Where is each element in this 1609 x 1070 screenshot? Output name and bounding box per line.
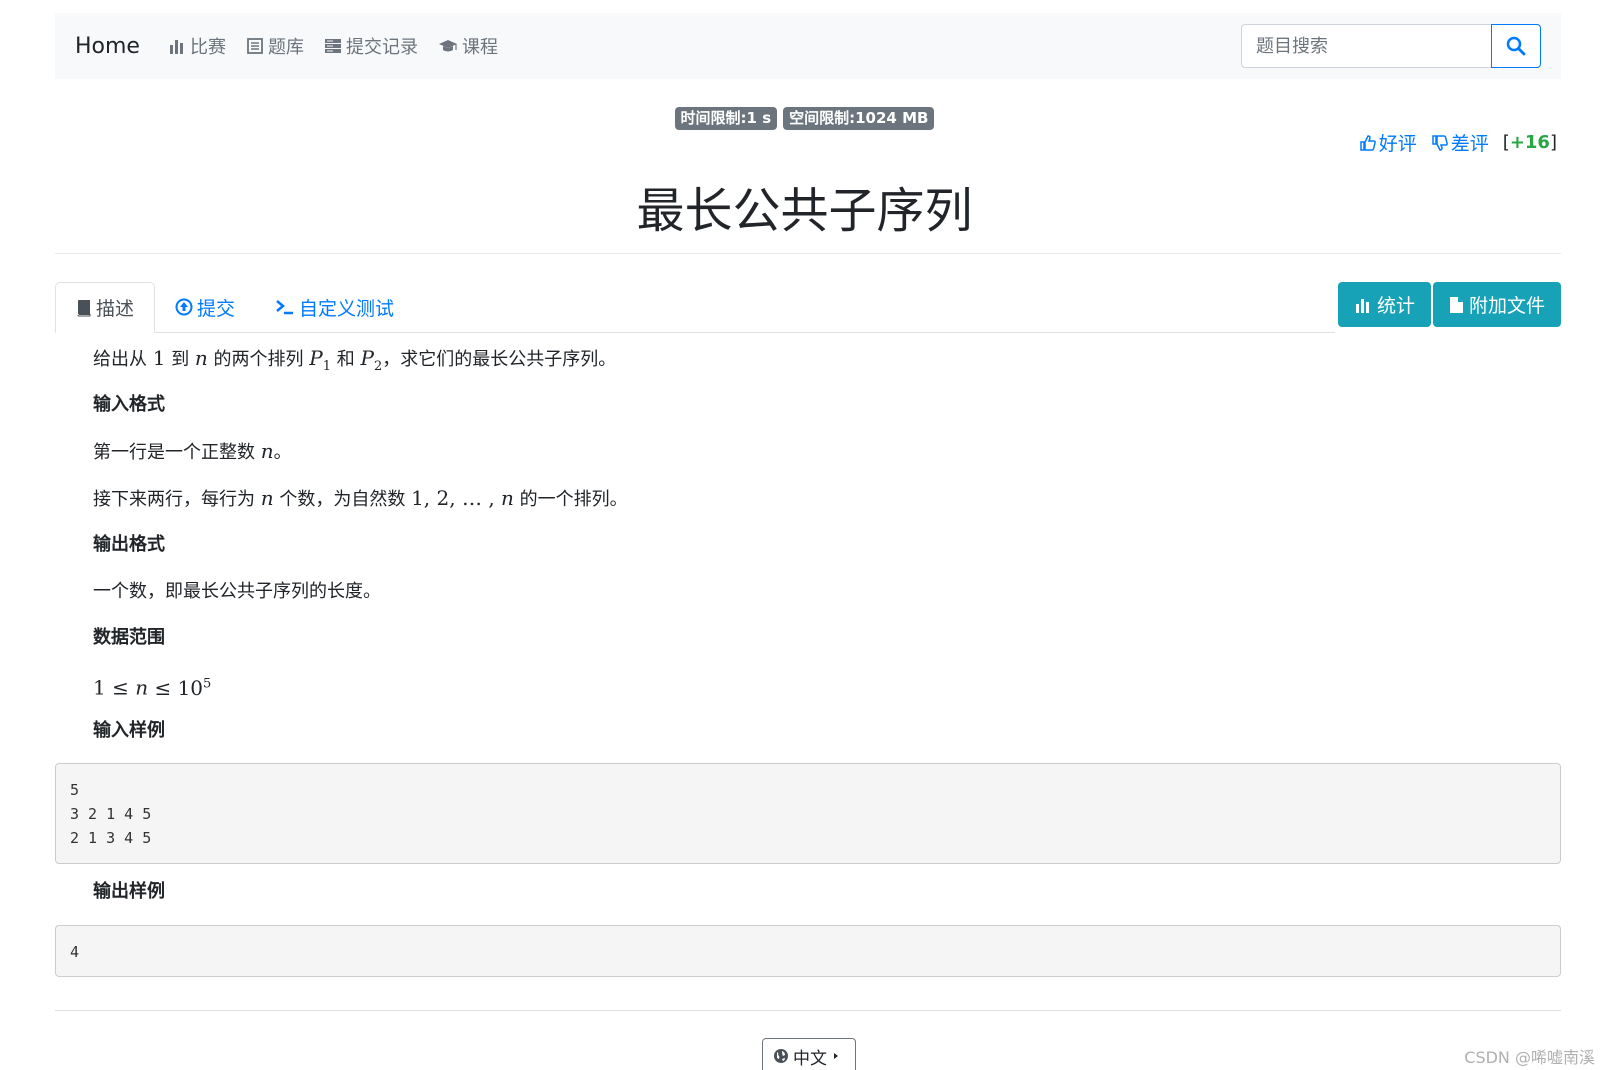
search-icon	[1506, 36, 1526, 56]
sample-output-box[interactable]: 4	[55, 925, 1561, 977]
thumbs-down-icon	[1432, 134, 1448, 151]
problem-title: 最长公共子序列	[636, 183, 973, 239]
terminal-icon	[276, 300, 294, 315]
attachments-label: 附加文件	[1468, 295, 1545, 317]
data-range-formula: 1 ≤ n ≤ 105	[93, 675, 212, 700]
search-group	[1241, 24, 1541, 68]
like-label: 好评	[1378, 133, 1417, 155]
language-select-button[interactable]: 中文	[762, 1038, 856, 1070]
problem-actions: 统计 附加文件	[1337, 282, 1561, 327]
sample-output-heading: 输出样例	[93, 881, 165, 902]
code-line: 3 2 1 4 5	[70, 805, 152, 823]
nav-item-problemset[interactable]: 题库	[246, 33, 304, 59]
search-button[interactable]	[1491, 24, 1541, 68]
stats-label: 统计	[1376, 295, 1415, 317]
upload-circle-icon	[175, 298, 193, 316]
bar-chart-icon	[169, 40, 183, 54]
tab-label: 自定义测试	[299, 297, 395, 320]
stats-button[interactable]: 统计	[1337, 282, 1431, 327]
input-format-line-2: 接下来两行，每行为 n 个数，为自然数 1, 2, … , n 的一个排列。	[93, 486, 628, 510]
problem-tabs: 描述 提交 自定义测试	[55, 282, 1335, 333]
globe-icon	[774, 1049, 788, 1063]
nav-item-label: 提交记录	[345, 37, 418, 58]
watermark: CSDN @唏嘘南溪	[1464, 1048, 1595, 1067]
bar-chart-icon	[1355, 298, 1369, 313]
caret-right-icon	[834, 1053, 838, 1059]
limits-bar: 时间限制:1 s 空间限制:1024 MB	[0, 107, 1609, 130]
code-line: 5	[70, 781, 80, 799]
search-input[interactable]	[1241, 24, 1491, 68]
page: Home 比赛 题库 提交记录 课程 题目搜索 时间限制:1 s 空间限制:10…	[0, 0, 1609, 1070]
footer-divider	[55, 1010, 1561, 1011]
description-intro: 给出从 1 到 n 的两个排列 P1 和 P2，求它们的最长公共子序列。	[93, 346, 617, 374]
memory-limit-badge: 空间限制:1024 MB	[783, 107, 935, 130]
vote-bar: 好评 差评 [+16]	[1359, 129, 1557, 156]
input-format-line-1: 第一行是一个正整数 n。	[93, 439, 292, 463]
output-format-heading: 输出格式	[93, 534, 165, 555]
code-line: 4	[70, 943, 80, 961]
tab-label: 提交	[197, 297, 236, 320]
dislike-button[interactable]: 差评	[1431, 129, 1489, 156]
tab-custom-test[interactable]: 自定义测试	[255, 282, 414, 332]
language-label: 中文	[793, 1048, 827, 1069]
tab-label: 描述	[96, 298, 135, 320]
code-line: 2 1 3 4 5	[70, 829, 152, 847]
output-format-line: 一个数，即最长公共子序列的长度。	[93, 581, 381, 602]
sample-input-heading: 输入样例	[93, 720, 165, 741]
like-button[interactable]: 好评	[1359, 129, 1417, 156]
tab-description[interactable]: 描述	[55, 282, 156, 333]
graduation-cap-icon	[438, 40, 457, 52]
nav-item-contests[interactable]: 比赛	[168, 33, 226, 59]
list-icon	[247, 38, 263, 54]
sample-input-box[interactable]: 5 3 2 1 4 5 2 1 3 4 5	[55, 763, 1561, 864]
brand-home-link[interactable]: Home	[75, 34, 140, 59]
nav-item-submissions[interactable]: 提交记录	[324, 33, 418, 59]
nav-item-label: 题库	[267, 37, 304, 58]
dislike-label: 差评	[1450, 133, 1489, 155]
attachments-button[interactable]: 附加文件	[1432, 282, 1561, 327]
title-divider	[55, 253, 1561, 254]
server-icon	[324, 39, 341, 53]
time-limit-badge: 时间限制:1 s	[674, 107, 778, 130]
nav-item-label: 课程	[461, 37, 498, 58]
input-format-heading: 输入格式	[93, 394, 165, 415]
tab-submit[interactable]: 提交	[155, 282, 255, 332]
thumbs-up-icon	[1360, 134, 1376, 151]
vote-score: [+16]	[1502, 132, 1557, 153]
file-icon	[1449, 296, 1463, 313]
nav-item-courses[interactable]: 课程	[438, 33, 498, 59]
nav-item-label: 比赛	[189, 37, 226, 58]
book-icon	[77, 299, 91, 316]
data-range-heading: 数据范围	[93, 627, 165, 648]
navbar: Home 比赛 题库 提交记录 课程 题目搜索	[55, 13, 1561, 79]
